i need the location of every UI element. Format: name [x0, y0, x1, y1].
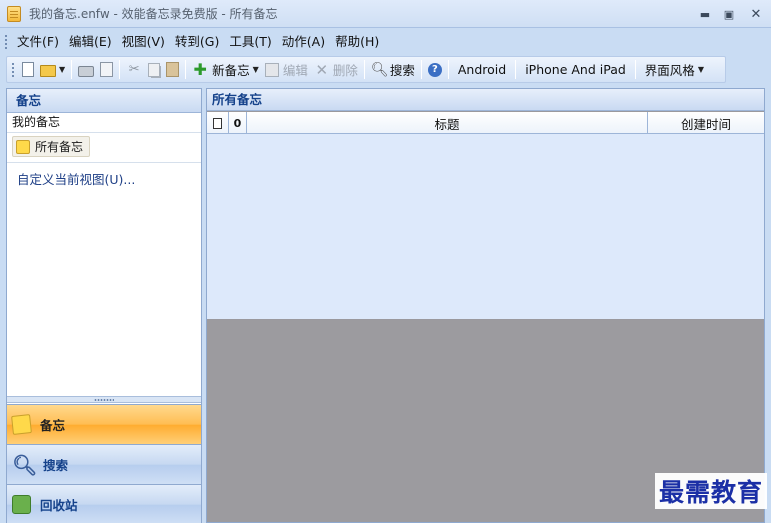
sticky-note-icon: [16, 139, 30, 154]
paperclip-icon: 0: [233, 116, 242, 130]
chevron-down-icon: ▼: [697, 65, 704, 74]
menu-file[interactable]: 文件(F): [12, 31, 64, 53]
interface-style-button[interactable]: 界面风格 ▼: [639, 58, 710, 81]
nav-label: 回收站: [40, 498, 78, 513]
column-created-time[interactable]: 创建时间: [648, 112, 764, 134]
close-button[interactable]: ✕: [741, 0, 771, 28]
copy-icon: [148, 62, 161, 77]
magnifier-icon: 🔍︎: [370, 61, 389, 78]
new-document-icon: [22, 62, 34, 77]
toolbar-separator: [363, 60, 365, 79]
scissors-icon: ✂: [128, 61, 140, 77]
toolbar-separator: [185, 60, 187, 79]
toolbar: ▼ ✂ ✚ 新备忘 ▼ 编辑 ✕ 删除 🔍︎ 搜索 ? Android iPho…: [6, 56, 726, 83]
navigation-pane: 备忘 我的备忘 所有备忘 自定义当前视图(U)... 备忘 🔍︎ 搜索 回收站: [6, 88, 202, 523]
print-button[interactable]: [75, 58, 97, 81]
search-button[interactable]: 🔍︎ 搜索: [368, 58, 418, 81]
memo-list-pane: 所有备忘 0 标题 创建时间 ◀ ||| ▶: [206, 88, 765, 523]
title-bar: 我的备忘.enfw - 效能备忘录免费版 - 所有备忘 ▬ ▣ ✕: [0, 0, 771, 28]
app-notepad-icon: [7, 5, 21, 22]
recycle-bin-icon: [12, 495, 31, 514]
customize-view-link[interactable]: 自定义当前视图(U)...: [17, 169, 135, 188]
menu-help[interactable]: 帮助(H): [330, 31, 384, 53]
delete-x-icon: ✕: [315, 60, 329, 79]
print-preview-button[interactable]: [97, 58, 116, 81]
delete-label: 删除: [332, 63, 358, 78]
menu-bar: 文件(F) 编辑(E) 视图(V) 转到(G) 工具(T) 动作(A) 帮助(H…: [0, 30, 771, 54]
new-memo-button[interactable]: ✚ 新备忘 ▼: [189, 58, 262, 81]
nav-button-search[interactable]: 🔍︎ 搜索: [7, 444, 201, 484]
document-icon: [213, 117, 222, 129]
memo-list-header: 所有备忘: [207, 89, 764, 111]
table-header: 0 标题 创建时间: [207, 112, 764, 134]
pencil-icon: [264, 62, 279, 77]
iphone-ipad-button[interactable]: iPhone And iPad: [519, 58, 632, 81]
memo-table: 0 标题 创建时间 ◀ ||| ▶: [207, 112, 764, 338]
toolbar-separator: [515, 60, 517, 79]
maximize-button[interactable]: ▣: [717, 0, 741, 28]
plus-icon: ✚: [193, 59, 207, 79]
edit-label: 编辑: [282, 63, 308, 78]
paste-button[interactable]: [163, 58, 182, 81]
interface-style-label: 界面风格: [644, 63, 695, 78]
android-button[interactable]: Android: [452, 58, 512, 81]
watermark-text: 最需教育: [654, 473, 767, 509]
toolbar-grip-handle[interactable]: [11, 61, 15, 78]
open-file-button[interactable]: ▼: [37, 58, 68, 81]
menu-edit[interactable]: 编辑(E): [64, 31, 117, 53]
navigation-pane-header: 备忘: [7, 89, 201, 113]
pane-splitter-handle[interactable]: [7, 396, 201, 403]
nav-label: 备忘: [40, 418, 66, 433]
nav-button-memos[interactable]: 备忘: [7, 404, 201, 444]
toolbar-separator: [447, 60, 449, 79]
nav-label: 搜索: [43, 458, 69, 473]
minimize-button[interactable]: ▬: [693, 0, 717, 28]
menu-tools[interactable]: 工具(T): [224, 31, 276, 53]
menu-goto[interactable]: 转到(G): [170, 31, 224, 53]
menu-grip-handle[interactable]: [4, 34, 8, 50]
toolbar-separator: [119, 60, 121, 79]
toolbar-separator: [420, 60, 422, 79]
notes-icon: [11, 414, 32, 435]
help-button[interactable]: ?: [425, 58, 445, 81]
column-attachment[interactable]: 0: [229, 112, 247, 134]
printer-icon: [78, 66, 95, 77]
toolbar-separator: [71, 60, 73, 79]
copy-button[interactable]: [145, 58, 163, 81]
clipboard-icon: [166, 62, 180, 77]
window-title: 我的备忘.enfw - 效能备忘录免费版 - 所有备忘: [29, 7, 278, 21]
search-label: 搜索: [389, 63, 415, 78]
help-icon: ?: [427, 62, 442, 77]
toolbar-separator: [634, 60, 636, 79]
open-folder-icon: [40, 65, 56, 77]
edit-button[interactable]: 编辑: [262, 58, 311, 81]
window-controls: ▬ ▣ ✕: [693, 0, 771, 28]
divider: [7, 162, 201, 163]
folder-all-memos[interactable]: 所有备忘: [12, 136, 91, 157]
print-preview-icon: [100, 62, 114, 77]
chevron-down-icon: ▼: [252, 65, 259, 74]
nav-button-recycle-bin[interactable]: 回收站: [7, 484, 201, 523]
search-icon: 🔍︎: [12, 452, 38, 477]
delete-button[interactable]: ✕ 删除: [311, 58, 361, 81]
column-title[interactable]: 标题: [247, 112, 648, 134]
folder-label: 所有备忘: [35, 140, 84, 154]
menu-view[interactable]: 视图(V): [117, 31, 170, 53]
menu-actions[interactable]: 动作(A): [277, 31, 330, 53]
chevron-down-icon: ▼: [59, 65, 66, 74]
cut-button[interactable]: ✂: [123, 58, 145, 81]
tree-root-label[interactable]: 我的备忘: [7, 113, 201, 133]
new-file-button[interactable]: [19, 58, 37, 81]
new-memo-label: 新备忘: [212, 63, 250, 78]
column-document-type[interactable]: [207, 112, 229, 134]
